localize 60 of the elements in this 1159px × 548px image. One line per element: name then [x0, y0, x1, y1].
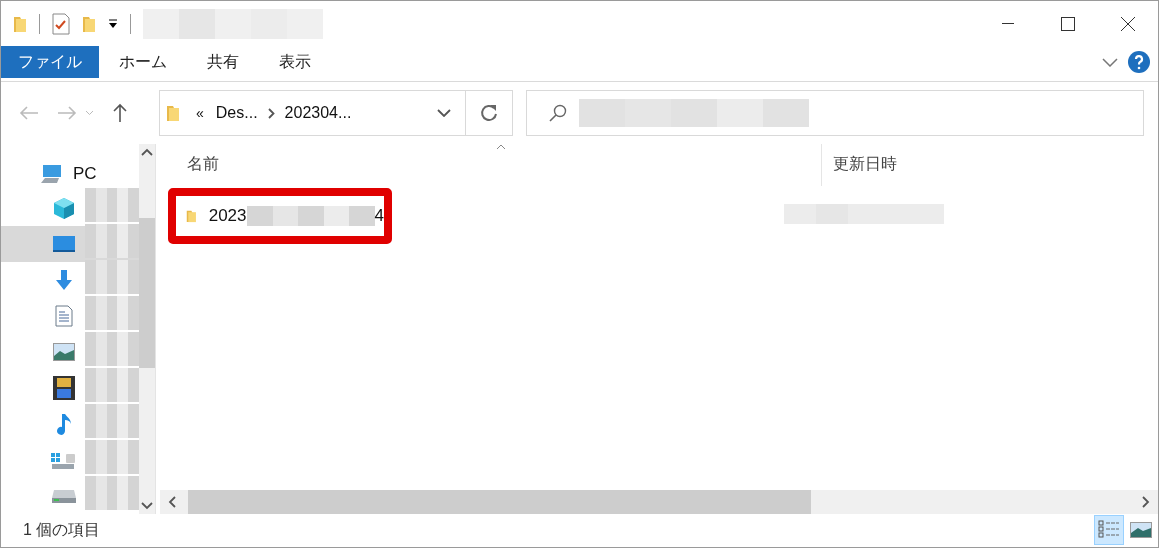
- chevron-down-icon[interactable]: [1102, 57, 1118, 67]
- file-name: 4: [374, 205, 384, 226]
- film-icon: [53, 375, 75, 400]
- view-toggle[interactable]: [1094, 515, 1124, 546]
- item-count: 1 個の項目: [23, 519, 101, 540]
- sidebar-label: PC: [73, 163, 97, 184]
- column-header[interactable]: 名前: [171, 143, 821, 186]
- redacted-block: [85, 368, 139, 402]
- redacted-block: [85, 332, 139, 366]
- sidebar-item[interactable]: PC: [1, 157, 139, 190]
- address-bar[interactable]: « Des... 202304...: [159, 90, 513, 136]
- ribbon-tab[interactable]: ファイル: [1, 46, 99, 79]
- folder-icon: [13, 14, 27, 33]
- redacted-block: [85, 188, 139, 222]
- file-item[interactable]: 2023 4: [168, 187, 392, 244]
- chevron-left-icon[interactable]: [168, 495, 176, 508]
- music-note-icon: [54, 411, 74, 436]
- chevron-right-icon[interactable]: [1142, 495, 1150, 508]
- dropdown-icon[interactable]: [108, 18, 118, 29]
- ribbon-tab[interactable]: 共有: [187, 46, 259, 79]
- horizontal-scrollbar[interactable]: [160, 489, 1158, 514]
- cube-icon: [52, 195, 76, 220]
- search-field[interactable]: [526, 90, 1144, 136]
- chevron-down-icon[interactable]: [141, 501, 153, 510]
- close-icon[interactable]: [1121, 16, 1135, 31]
- up-arrow-icon[interactable]: [112, 103, 128, 123]
- monitor-icon: [52, 234, 76, 253]
- redacted-block: [85, 296, 139, 330]
- maximize-icon[interactable]: [1061, 16, 1075, 31]
- properties-icon[interactable]: [52, 12, 70, 35]
- redacted-block: [85, 404, 139, 438]
- breadcrumb-segment[interactable]: 202304...: [284, 104, 352, 122]
- help-icon[interactable]: [1128, 51, 1150, 74]
- redacted-block: [85, 260, 139, 294]
- minimize-icon[interactable]: [1002, 22, 1014, 25]
- redacted-block: [85, 440, 139, 474]
- scrollbar-thumb[interactable]: [188, 489, 811, 514]
- sort-caret-icon: [496, 143, 506, 150]
- folder-icon: [166, 104, 180, 122]
- document-icon: [55, 304, 73, 327]
- breadcrumb-segment[interactable]: Des...: [215, 104, 258, 122]
- chevron-right-icon: [267, 107, 275, 119]
- file-name: 2023: [208, 205, 247, 226]
- search-icon: [549, 104, 567, 122]
- refresh-icon[interactable]: [480, 104, 498, 122]
- chevron-up-icon[interactable]: [141, 147, 153, 156]
- chevron-down-icon[interactable]: [437, 109, 451, 117]
- ribbon-tab[interactable]: 表示: [259, 46, 331, 79]
- overflow-chevron[interactable]: «: [196, 105, 204, 121]
- down-arrow-icon: [53, 268, 75, 291]
- details-view-icon: [1098, 520, 1120, 541]
- redacted-block: [85, 476, 139, 510]
- column-header[interactable]: 更新日時: [821, 143, 1158, 186]
- drive-icon: [51, 487, 77, 504]
- scrollbar-thumb[interactable]: [139, 217, 155, 368]
- landscape-icon: [53, 342, 75, 361]
- landscape-icon: [1130, 522, 1152, 539]
- redacted-block: [85, 224, 139, 258]
- scrollbar[interactable]: [139, 143, 155, 514]
- ribbon-tab[interactable]: ホーム: [99, 46, 187, 79]
